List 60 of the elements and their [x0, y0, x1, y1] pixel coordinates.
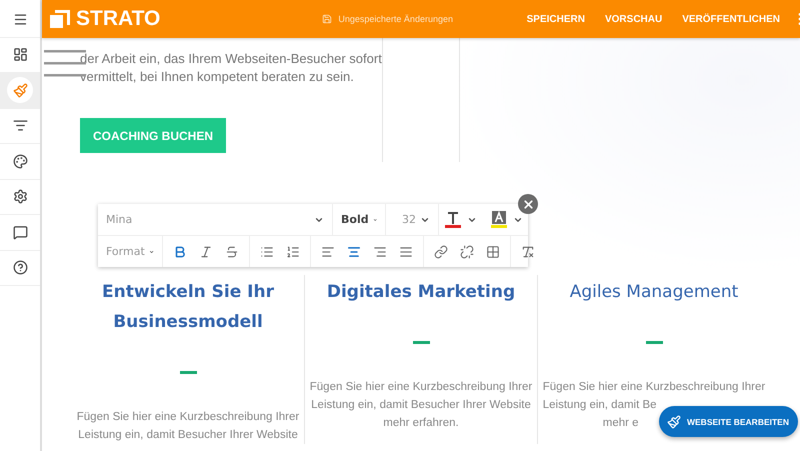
logo-text: STRATO: [76, 7, 160, 31]
paintbrush-icon: [12, 82, 28, 98]
service-description: Fügen Sie hier eine Kurzbeschreibung Ihrer: [542, 380, 766, 395]
service-description: Leistung ein, damit Be: [542, 398, 657, 413]
dashboard-icon: [12, 47, 28, 62]
align-left-icon: [321, 244, 335, 258]
service-description: Leistung ein, damit Besucher Ihrer Website: [78, 428, 298, 443]
service-title: Digitales Marketing: [326, 281, 516, 304]
color-swatch: [445, 225, 461, 228]
color-swatch: [491, 225, 507, 228]
text-color-icon: [447, 211, 459, 224]
accent-dash: [180, 371, 196, 374]
header-action[interactable]: VERÖFFENTLICHEN: [672, 0, 790, 38]
justify-icon: [399, 244, 413, 258]
palette-icon: [12, 154, 28, 169]
intro-text: vermittelt, bei Ihnen kompetent beraten zu sein.: [80, 68, 355, 86]
table-icon: [486, 244, 500, 258]
format-select[interactable]: Format: [104, 236, 156, 267]
service-description: mehr erfahren.: [383, 416, 459, 431]
strikethrough-icon: [225, 244, 239, 258]
font-select[interactable]: Mina: [104, 204, 326, 235]
link-icon: [434, 244, 448, 258]
unlink-icon: [460, 244, 474, 258]
service-description: Leistung ein, damit Besucher Ihrer Website: [311, 398, 531, 413]
bold-icon: [173, 244, 187, 258]
service-description: Fügen Sie hier eine Kurzbeschreibung Ihrer: [76, 410, 300, 425]
sort-icon: [12, 118, 28, 134]
chat-icon: [12, 224, 28, 240]
close-button[interactable]: [518, 194, 538, 214]
italic-icon: [199, 244, 213, 258]
settings-icon: [12, 189, 28, 204]
save-icon: [322, 14, 332, 24]
status-text: Ungespeicherte Änderungen: [338, 14, 453, 24]
sidebar-button[interactable]: [0, 250, 40, 286]
sidebar-button[interactable]: [0, 180, 40, 215]
logo-icon: [50, 10, 70, 28]
paintbrush-icon: [666, 414, 681, 428]
accent-dash: [646, 341, 662, 344]
header-action[interactable]: SPEICHERN: [516, 0, 595, 38]
weight-select[interactable]: Bold: [339, 204, 379, 235]
menu-icon: [12, 12, 28, 27]
header-action[interactable]: VORSCHAU: [594, 0, 672, 38]
size-select[interactable]: 32: [392, 204, 432, 235]
numbered-list-icon: [286, 244, 300, 258]
close-icon: [522, 198, 534, 210]
service-title: Businessmodell: [113, 311, 263, 334]
sidebar-button[interactable]: [0, 38, 40, 73]
align-center-icon: [347, 244, 361, 258]
highlight-icon: [492, 211, 506, 224]
service-title: Agiles Management: [570, 281, 738, 304]
accent-dash: [412, 341, 430, 344]
clear-format-icon: [521, 244, 535, 258]
service-description: mehr e: [602, 416, 639, 431]
highlight-button[interactable]: [491, 208, 523, 230]
help-icon: [12, 260, 28, 276]
service-description: Fügen Sie hier eine Kurzbeschreibung Ihrer: [310, 380, 532, 395]
coaching-button[interactable]: COACHING BUCHEN: [80, 118, 226, 153]
service-title: Entwickeln Sie Ihr: [102, 281, 274, 304]
edit-website-button[interactable]: WEBSEITE BEARBEITEN: [658, 406, 798, 437]
align-right-icon: [373, 244, 387, 258]
